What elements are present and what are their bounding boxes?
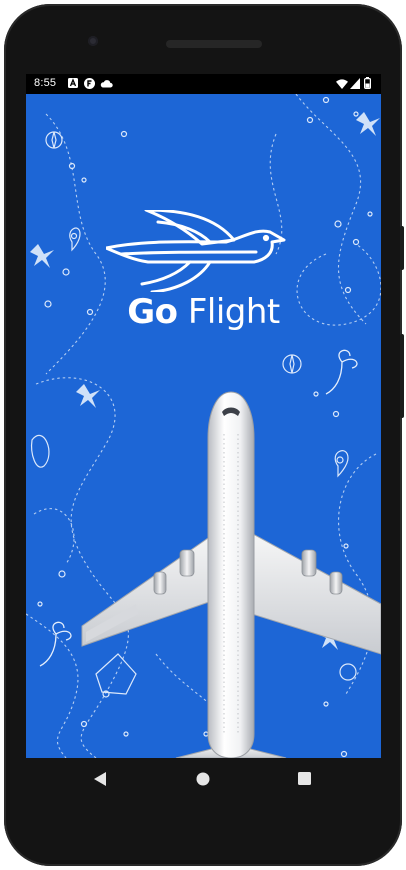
- signal-icon: [350, 78, 360, 89]
- status-time: 8:55: [34, 77, 57, 89]
- splash-screen: Go Flight: [26, 94, 381, 758]
- front-camera: [88, 36, 98, 46]
- a-icon: [68, 78, 78, 88]
- back-icon[interactable]: [94, 772, 106, 786]
- earpiece-speaker: [166, 40, 262, 48]
- font-icon: [84, 78, 95, 89]
- battery-icon: [364, 77, 371, 89]
- status-bar: 8:55: [26, 74, 381, 94]
- airplane-image: [81, 391, 381, 758]
- volume-button: [400, 334, 404, 418]
- power-button: [400, 226, 404, 270]
- wifi-icon: [336, 79, 348, 89]
- home-icon[interactable]: [196, 772, 210, 786]
- screen: 8:55 Go Flight: [26, 74, 381, 758]
- cloud-icon: [100, 80, 113, 88]
- recents-icon[interactable]: [298, 772, 311, 785]
- navigation-bar: [26, 758, 381, 802]
